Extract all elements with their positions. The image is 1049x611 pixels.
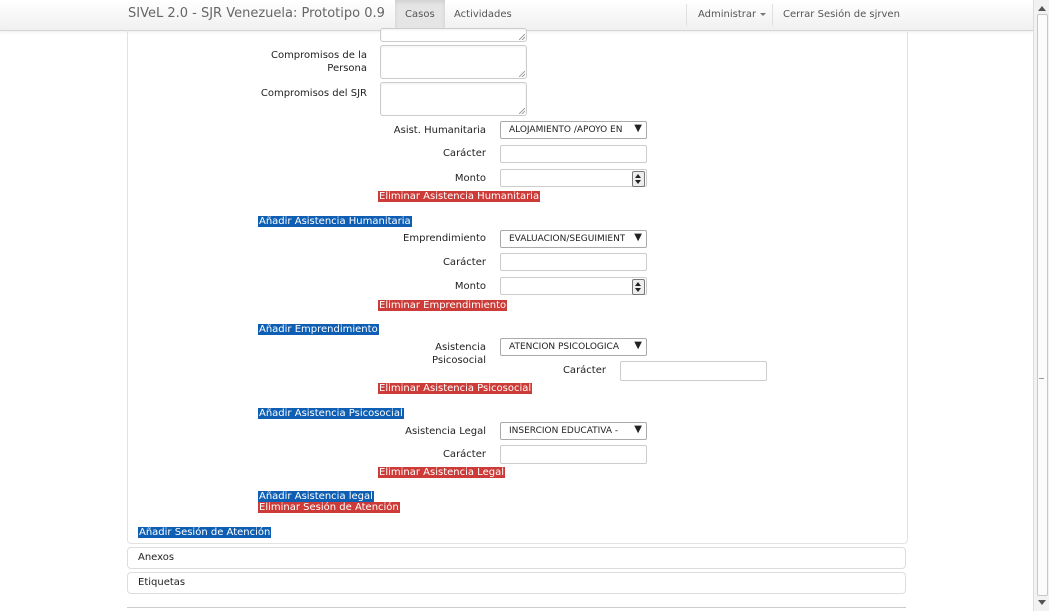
accordion-etiquetas-label: Etiquetas bbox=[138, 577, 186, 588]
scrollbar-grip-icon bbox=[1039, 378, 1044, 379]
tab-casos[interactable]: Casos bbox=[395, 0, 445, 30]
dropdown-arrow-icon: ▼ bbox=[634, 232, 642, 243]
eliminar-asistencia-legal-button[interactable]: Eliminar Asistencia Legal bbox=[378, 467, 505, 478]
previous-textarea[interactable] bbox=[380, 28, 527, 42]
eliminar-emprendimiento-button[interactable]: Eliminar Emprendimiento bbox=[378, 300, 508, 311]
asistencia-psicosocial-select[interactable]: ATENCIÓN PSICOLÓGICA ▼ bbox=[500, 338, 647, 356]
asistencia-legal-select[interactable]: INSERCIÓN EDUCATIVA - ▼ bbox=[500, 422, 647, 440]
asistencia-psicosocial-value: ATENCIÓN PSICOLÓGICA bbox=[509, 342, 619, 352]
nav-divider bbox=[686, 4, 687, 26]
asist-humanitaria-label: Asist. Humanitaria bbox=[393, 125, 486, 136]
anadir-asistencia-legal-button[interactable]: Añadir Asistencia legal bbox=[258, 491, 374, 502]
eliminar-asistencia-humanitaria-button[interactable]: Eliminar Asistencia Humanitaria bbox=[378, 191, 541, 202]
vertical-scrollbar[interactable] bbox=[1033, 0, 1049, 611]
accordion-anexos[interactable]: Anexos bbox=[127, 547, 906, 569]
emprendimiento-select[interactable]: EVALUACIÓN/SEGUIMIENTO ▼ bbox=[500, 230, 647, 248]
legal-caracter-input[interactable] bbox=[500, 445, 647, 464]
cerrar-sesion-link[interactable]: Cerrar Sesión de sjrven bbox=[783, 0, 900, 30]
scroll-up-arrow-icon[interactable] bbox=[1038, 6, 1046, 11]
anadir-emprendimiento-button[interactable]: Añadir Emprendimiento bbox=[258, 324, 379, 335]
administrar-menu[interactable]: Administrar bbox=[698, 0, 767, 30]
dropdown-arrow-icon: ▼ bbox=[634, 424, 642, 435]
emprendimiento-label: Emprendimiento bbox=[403, 233, 486, 244]
asistencia-psicosocial-label: Asistencia Psicosocial bbox=[432, 342, 486, 366]
emprendimiento-monto-input[interactable] bbox=[500, 277, 647, 295]
anadir-sesion-atencion-button[interactable]: Añadir Sesión de Atención bbox=[138, 527, 272, 538]
asistencia-legal-label: Asistencia Legal bbox=[405, 426, 486, 437]
bottom-divider bbox=[127, 607, 906, 608]
nav-divider bbox=[772, 4, 773, 26]
emprendimiento-caracter-label: Carácter bbox=[442, 257, 486, 268]
accordion-etiquetas[interactable]: Etiquetas bbox=[127, 572, 906, 594]
compromisos-persona-label: Compromisos de la Persona bbox=[270, 50, 367, 74]
legal-caracter-label: Carácter bbox=[442, 449, 486, 460]
psicosocial-caracter-input[interactable] bbox=[620, 361, 767, 381]
number-spinner-icon[interactable] bbox=[632, 279, 645, 295]
eliminar-asistencia-psicosocial-button[interactable]: Eliminar Asistencia Psicosocial bbox=[378, 383, 533, 394]
compromisos-sjr-textarea[interactable] bbox=[380, 82, 527, 116]
number-spinner-icon[interactable] bbox=[632, 171, 645, 187]
emprendimiento-value: EVALUACIÓN/SEGUIMIENTO bbox=[509, 234, 625, 244]
compromisos-persona-textarea[interactable] bbox=[380, 45, 527, 79]
dropdown-arrow-icon: ▼ bbox=[634, 123, 642, 134]
tab-actividades[interactable]: Actividades bbox=[454, 0, 512, 30]
asist-humanitaria-select[interactable]: ALOJAMIENTO /APOYO EN ▼ bbox=[500, 121, 647, 139]
dropdown-arrow-icon: ▼ bbox=[634, 340, 642, 351]
anadir-asistencia-psicosocial-button[interactable]: Añadir Asistencia Psicosocial bbox=[258, 408, 404, 419]
top-navbar: SIVeL 2.0 - SJR Venezuela: Prototipo 0.9… bbox=[0, 0, 1033, 31]
accordion-anexos-label: Anexos bbox=[138, 552, 175, 563]
scrollbar-thumb[interactable] bbox=[1037, 14, 1048, 596]
administrar-label: Administrar bbox=[698, 9, 757, 20]
brand-title[interactable]: SIVeL 2.0 - SJR Venezuela: Prototipo 0.9 bbox=[128, 6, 385, 21]
emprendimiento-monto-label: Monto bbox=[454, 281, 486, 292]
humanitaria-caracter-input[interactable] bbox=[500, 145, 647, 163]
asist-humanitaria-value: ALOJAMIENTO /APOYO EN bbox=[509, 125, 623, 135]
anadir-asistencia-humanitaria-button[interactable]: Añadir Asistencia Humanitaria bbox=[258, 216, 412, 227]
scroll-down-arrow-icon[interactable] bbox=[1038, 600, 1046, 605]
humanitaria-monto-label: Monto bbox=[454, 173, 486, 184]
compromisos-sjr-label: Compromisos del SJR bbox=[260, 88, 367, 99]
asistencia-legal-value: INSERCIÓN EDUCATIVA - bbox=[509, 426, 619, 436]
humanitaria-caracter-label: Carácter bbox=[442, 148, 486, 159]
psicosocial-caracter-label: Carácter bbox=[562, 365, 606, 376]
eliminar-sesion-atencion-button[interactable]: Eliminar Sesión de Atención bbox=[258, 502, 400, 513]
emprendimiento-caracter-input[interactable] bbox=[500, 253, 647, 271]
caret-down-icon bbox=[760, 12, 767, 16]
humanitaria-monto-input[interactable] bbox=[500, 169, 647, 187]
